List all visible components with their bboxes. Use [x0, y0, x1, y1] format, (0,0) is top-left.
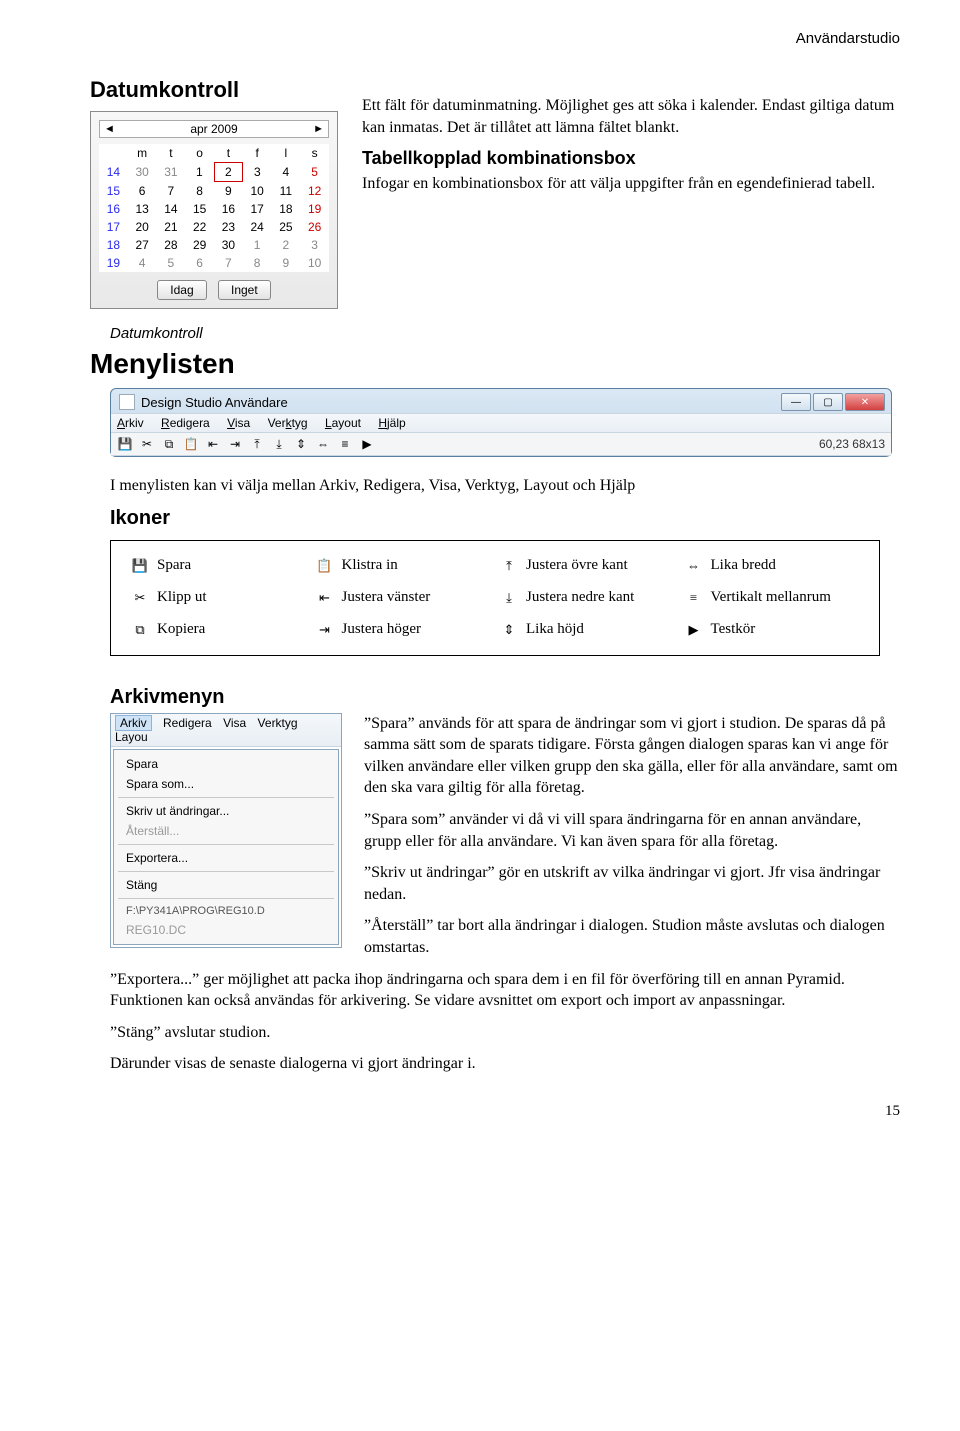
window-close-button[interactable]: ✕	[845, 393, 885, 411]
align-top-icon[interactable]: ⤒	[249, 436, 265, 452]
copy-icon: ⧉	[131, 621, 149, 639]
caption-datumkontroll: Datumkontroll	[110, 325, 900, 342]
legend-klipp: Klipp ut	[157, 589, 207, 606]
window-title: Design Studio Användare	[141, 395, 288, 410]
menu-arkiv[interactable]: Arkiv	[115, 715, 152, 731]
arkiv-p5: ”Exportera...” ger möjlighet att packa i…	[110, 969, 900, 1012]
datumkontroll-para2: Infogar en kombinationsbox för att välja…	[362, 173, 900, 195]
menu-item-sparasom[interactable]: Spara som...	[114, 774, 338, 794]
align-bottom-icon: ⤓	[500, 589, 518, 607]
arkiv-p6: ”Stäng” avslutar studion.	[110, 1022, 900, 1044]
window-app-icon	[119, 394, 135, 410]
run-icon[interactable]: ▶	[359, 436, 375, 452]
window-maximize-button[interactable]: ▢	[813, 393, 843, 411]
section-title-menylisten: Menylisten	[90, 348, 900, 380]
page-number: 15	[90, 1103, 900, 1120]
calendar-prev-button[interactable]: ◄	[104, 123, 115, 135]
running-head: Användarstudio	[90, 30, 900, 47]
copy-icon[interactable]: ⧉	[161, 436, 177, 452]
align-top-icon: ⤒	[500, 557, 518, 575]
same-width-icon: ⇔	[685, 557, 703, 575]
menu-verktyg[interactable]: Verktyg	[268, 416, 308, 430]
cut-icon[interactable]: ✂	[139, 436, 155, 452]
menu-verktyg[interactable]: Verktyg	[258, 716, 298, 730]
menu-hjalp[interactable]: Hjälp	[378, 416, 405, 430]
menu-redigera[interactable]: Redigera	[163, 716, 212, 730]
section-title-datumkontroll: Datumkontroll	[90, 77, 338, 103]
status-text: 60,23 68x13	[819, 437, 885, 451]
align-left-icon[interactable]: ⇤	[205, 436, 221, 452]
menu-item-stang[interactable]: Stäng	[114, 875, 338, 895]
vspace-icon: ≡	[685, 589, 703, 607]
legend-vertmellan: Vertikalt mellanrum	[711, 589, 831, 606]
calendar-none-button[interactable]: Inget	[218, 280, 271, 300]
window-minimize-button[interactable]: —	[781, 393, 811, 411]
arkiv-menu-screenshot: Arkiv Redigera Visa Verktyg Layou Spara …	[110, 713, 342, 948]
menu-item-spara[interactable]: Spara	[114, 754, 338, 774]
calendar-widget: ◄ apr 2009 ► mtotfls 1430311234515678910…	[90, 111, 338, 309]
subtitle-tabellkopplad: Tabellkopplad kombinationsbox	[362, 148, 900, 169]
legend-jnedre: Justera nedre kant	[526, 589, 634, 606]
icon-legend-box: 💾 Spara 📋 Klistra in ⤒ Justera övre kant ⇔ L…	[110, 540, 880, 656]
legend-klistra: Klistra in	[342, 557, 398, 574]
legend-jvanster: Justera vänster	[342, 589, 431, 606]
calendar-next-button[interactable]: ►	[313, 123, 324, 135]
align-bottom-icon[interactable]: ⤓	[271, 436, 287, 452]
menu-visa[interactable]: Visa	[223, 716, 246, 730]
legend-jhoger: Justera höger	[342, 621, 422, 638]
run-icon: ▶	[685, 621, 703, 639]
calendar-today-button[interactable]: Idag	[157, 280, 206, 300]
menu-layout[interactable]: Layout	[325, 416, 361, 430]
legend-kopiera: Kopiera	[157, 621, 205, 638]
menubar[interactable]: Arkiv Redigera Visa Verktyg Layout Hjälp	[111, 413, 891, 433]
arkiv-p1: ”Spara” används för att spara de ändring…	[364, 713, 900, 799]
paste-icon[interactable]: 📋	[183, 436, 199, 452]
arkiv-p3: ”Skriv ut ändringar” gör en utskrift av …	[364, 862, 900, 905]
align-left-icon: ⇤	[316, 589, 334, 607]
legend-spara: Spara	[157, 557, 191, 574]
subtitle-arkivmenyn: Arkivmenyn	[110, 686, 900, 709]
same-height-icon: ⇕	[500, 621, 518, 639]
datumkontroll-para1: Ett fält för datuminmatning. Möjlighet g…	[362, 95, 900, 138]
save-icon: 💾	[131, 557, 149, 575]
menu-visa[interactable]: Visa	[227, 416, 250, 430]
align-right-icon[interactable]: ⇥	[227, 436, 243, 452]
menu-arkiv[interactable]: Arkiv	[117, 416, 144, 430]
arkiv-p7: Därunder visas de senaste dialogerna vi …	[110, 1053, 900, 1075]
toolbar-icons[interactable]: 💾 ✂ ⧉ 📋 ⇤ ⇥ ⤒ ⤓ ⇕ ⇔ ≡ ▶	[117, 436, 375, 452]
cut-icon: ✂	[131, 589, 149, 607]
menu-layout[interactable]: Layou	[115, 730, 148, 744]
menu-item-skrivut[interactable]: Skriv ut ändringar...	[114, 801, 338, 821]
align-right-icon: ⇥	[316, 621, 334, 639]
menylisten-intro: I menylisten kan vi välja mellan Arkiv, …	[110, 475, 900, 497]
same-width-icon[interactable]: ⇔	[315, 436, 331, 452]
calendar-month-label: apr 2009	[190, 122, 237, 136]
window-screenshot: Design Studio Användare — ▢ ✕ Arkiv Redi…	[110, 388, 892, 457]
menu-item-aterstall: Återställ...	[114, 821, 338, 841]
vspace-icon[interactable]: ≡	[337, 436, 353, 452]
save-icon[interactable]: 💾	[117, 436, 133, 452]
same-height-icon[interactable]: ⇕	[293, 436, 309, 452]
legend-likabredd: Lika bredd	[711, 557, 776, 574]
arkiv-p4: ”Återställ” tar bort alla ändringar i di…	[364, 915, 900, 958]
legend-likahojd: Lika höjd	[526, 621, 584, 638]
paste-icon: 📋	[316, 557, 334, 575]
menu-recent-file: REG10.DC	[114, 920, 338, 940]
arkiv-p2: ”Spara som” använder vi då vi vill spara…	[364, 809, 900, 852]
menu-recent-path[interactable]: F:\PY341A\PROG\REG10.D	[114, 902, 338, 920]
calendar-grid[interactable]: mtotfls 14303112345156789101112161314151…	[99, 144, 329, 272]
menu-item-exportera[interactable]: Exportera...	[114, 848, 338, 868]
subtitle-ikoner: Ikoner	[110, 507, 900, 530]
legend-testkor: Testkör	[711, 621, 756, 638]
menu-redigera[interactable]: Redigera	[161, 416, 210, 430]
legend-jovre: Justera övre kant	[526, 557, 628, 574]
